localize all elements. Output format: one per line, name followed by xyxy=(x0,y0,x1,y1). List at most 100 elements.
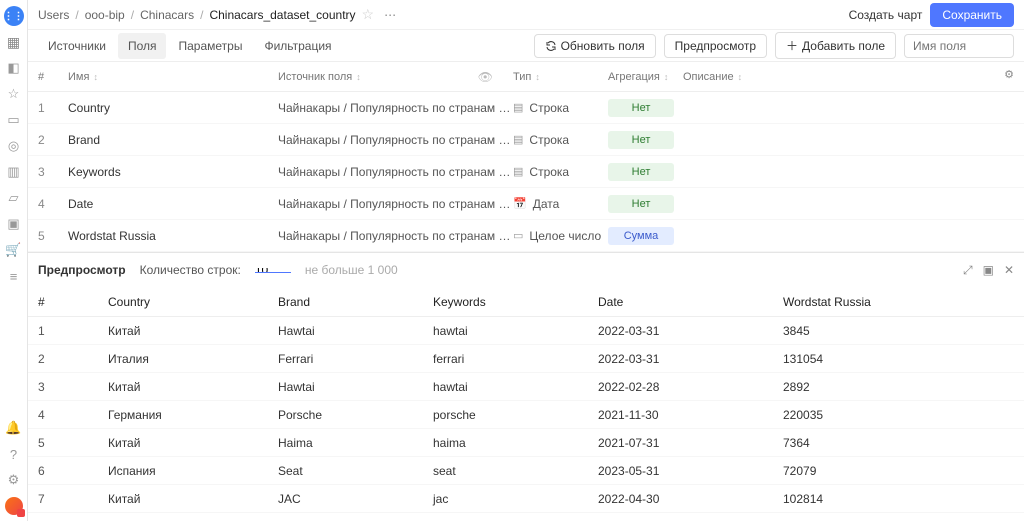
crumb-sep: / xyxy=(131,8,134,22)
col-type[interactable]: Тип↕ xyxy=(513,71,608,83)
tab-fields[interactable]: Поля xyxy=(118,33,167,59)
field-source: Чайнакары / Популярность по странам – Wo… xyxy=(278,101,513,115)
field-type[interactable]: 📅Дата xyxy=(513,197,608,211)
cell: 7364 xyxy=(783,436,1014,450)
field-row[interactable]: 3KeywordsЧайнакары / Популярность по стр… xyxy=(28,156,1024,188)
sort-icon: ↕ xyxy=(738,72,743,82)
row-count-input[interactable] xyxy=(255,268,291,273)
pcol-0: # xyxy=(38,295,108,309)
row-num: 3 xyxy=(38,165,68,179)
cell: 220035 xyxy=(783,408,1014,422)
cell: Испания xyxy=(108,464,278,478)
field-type[interactable]: ▤Строка xyxy=(513,165,608,179)
cart-icon[interactable]: 🛒 xyxy=(5,241,23,259)
cell: hawtai xyxy=(433,380,598,394)
cell: 6 xyxy=(38,464,108,478)
tab-params[interactable]: Параметры xyxy=(168,33,252,59)
preview-row: 6ИспанияSeatseat2023-05-3172079 xyxy=(28,457,1024,485)
crumb-1[interactable]: ooo-bip xyxy=(85,8,125,22)
field-row[interactable]: 1CountryЧайнакары / Популярность по стра… xyxy=(28,92,1024,124)
dock-icon[interactable]: ▣ xyxy=(983,263,994,278)
field-row[interactable]: 2BrandЧайнакары / Популярность по страна… xyxy=(28,124,1024,156)
app-logo-icon[interactable]: ⋮⋮ xyxy=(4,6,24,26)
sort-icon: ↕ xyxy=(356,72,361,82)
cell: JAC xyxy=(278,492,433,506)
table-gear-icon[interactable]: ⚙ xyxy=(1004,68,1014,81)
row-num: 1 xyxy=(38,101,68,115)
apps-grid-icon[interactable]: ▦ xyxy=(7,34,20,51)
refresh-fields-button[interactable]: Обновить поля xyxy=(534,34,656,58)
field-agg[interactable]: Нет xyxy=(608,99,683,117)
nav-item-9-icon[interactable]: ≡ xyxy=(5,267,23,285)
help-icon[interactable]: ? xyxy=(5,445,23,463)
cell: Haima xyxy=(278,436,433,450)
field-name: Wordstat Russia xyxy=(68,229,278,243)
row-count-label: Количество строк: xyxy=(140,263,241,277)
preview-table: # Country Brand Keywords Date Wordstat R… xyxy=(28,287,1024,521)
field-agg[interactable]: Нет xyxy=(608,131,683,149)
field-search-input[interactable] xyxy=(904,34,1014,58)
col-desc[interactable]: Описание↕ xyxy=(683,71,813,83)
nav-item-3-icon[interactable]: ▭ xyxy=(5,111,23,129)
field-type[interactable]: ▤Строка xyxy=(513,133,608,147)
cell: 3845 xyxy=(783,324,1014,338)
field-agg[interactable]: Сумма xyxy=(608,227,683,245)
col-agg[interactable]: Агрегация↕ xyxy=(608,71,683,83)
favorite-star-icon[interactable]: ☆ xyxy=(362,6,375,23)
cell: 2022-03-31 xyxy=(598,324,783,338)
star-icon[interactable]: ☆ xyxy=(5,85,23,103)
tab-filter[interactable]: Фильтрация xyxy=(254,33,341,59)
cell: 3 xyxy=(38,380,108,394)
more-icon[interactable]: ⋯ xyxy=(380,8,400,22)
field-agg[interactable]: Нет xyxy=(608,163,683,181)
nav-item-1-icon[interactable]: ◧ xyxy=(5,59,23,77)
cell: 2022-04-30 xyxy=(598,492,783,506)
pcol-4: Date xyxy=(598,295,783,309)
chart-icon[interactable]: ▥ xyxy=(5,163,23,181)
nav-item-6-icon[interactable]: ▱ xyxy=(5,189,23,207)
close-icon[interactable]: ✕ xyxy=(1004,263,1014,278)
add-field-button[interactable]: ＋ Добавить поле xyxy=(775,32,896,59)
field-row[interactable]: 4DateЧайнакары / Популярность по странам… xyxy=(28,188,1024,220)
avatar[interactable] xyxy=(5,497,23,515)
gear-icon[interactable]: ⚙ xyxy=(5,471,23,489)
cell: Porsche xyxy=(278,408,433,422)
pcol-1: Country xyxy=(108,295,278,309)
cell: Италия xyxy=(108,352,278,366)
preview-button[interactable]: Предпросмотр xyxy=(664,34,767,58)
cell: 131054 xyxy=(783,352,1014,366)
cell: Ferrari xyxy=(278,352,433,366)
field-name: Keywords xyxy=(68,165,278,179)
add-field-label: Добавить поле xyxy=(802,39,885,53)
expand-icon[interactable]: ⤢ xyxy=(963,263,973,278)
field-row[interactable]: 5Wordstat RussiaЧайнакары / Популярность… xyxy=(28,220,1024,252)
nav-item-4-icon[interactable]: ◎ xyxy=(5,137,23,155)
preview-row: 4ГерманияPorscheporsche2021-11-30220035 xyxy=(28,401,1024,429)
crumb-3[interactable]: Chinacars_dataset_country xyxy=(209,8,355,22)
cell: 2892 xyxy=(783,380,1014,394)
field-source: Чайнакары / Популярность по странам – Wo… xyxy=(278,133,513,147)
col-source[interactable]: Источник поля↕👁 xyxy=(278,71,513,83)
save-button[interactable]: Сохранить xyxy=(930,3,1014,27)
field-type[interactable]: ▭Целое число xyxy=(513,229,608,243)
cell: 7 xyxy=(38,492,108,506)
field-type[interactable]: ▤Строка xyxy=(513,101,608,115)
preview-panel: Предпросмотр Количество строк: не больше… xyxy=(28,252,1024,521)
row-num: 5 xyxy=(38,229,68,243)
col-name[interactable]: Имя↕ xyxy=(68,71,278,83)
row-count-hint: не больше 1 000 xyxy=(305,263,398,277)
bell-icon[interactable]: 🔔 xyxy=(5,419,23,437)
cell: Hawtai xyxy=(278,380,433,394)
nav-item-7-icon[interactable]: ▣ xyxy=(5,215,23,233)
field-agg[interactable]: Нет xyxy=(608,195,683,213)
crumb-2[interactable]: Chinacars xyxy=(140,8,194,22)
create-chart-button[interactable]: Создать чарт xyxy=(849,8,923,22)
eye-off-icon[interactable]: 👁 xyxy=(478,70,493,84)
row-num: 2 xyxy=(38,133,68,147)
type-icon: ▤ xyxy=(513,165,523,178)
cell: jac xyxy=(433,492,598,506)
crumb-0[interactable]: Users xyxy=(38,8,69,22)
tab-sources[interactable]: Источники xyxy=(38,33,116,59)
cell: Китай xyxy=(108,380,278,394)
cell: 1 xyxy=(38,324,108,338)
